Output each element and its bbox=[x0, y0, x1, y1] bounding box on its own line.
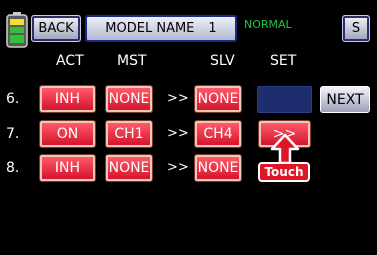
row-number: 6. bbox=[6, 91, 20, 107]
mst-button[interactable]: NONE bbox=[106, 155, 152, 181]
back-button[interactable]: BACK bbox=[31, 15, 81, 42]
row-number: 8. bbox=[6, 160, 20, 176]
act-button[interactable]: INH bbox=[40, 86, 95, 112]
arrow-indicator: >> bbox=[167, 160, 189, 175]
mode-status: NORMAL bbox=[244, 18, 292, 31]
act-button[interactable]: INH bbox=[40, 155, 95, 181]
mst-button[interactable]: NONE bbox=[106, 86, 152, 112]
column-header-set: SET bbox=[270, 53, 297, 69]
next-button[interactable]: NEXT bbox=[320, 86, 370, 113]
act-button[interactable]: ON bbox=[40, 121, 95, 147]
model-name-label: MODEL NAME bbox=[105, 21, 195, 36]
slv-button[interactable]: CH4 bbox=[195, 121, 241, 147]
model-number: 1 bbox=[208, 21, 217, 36]
arrow-indicator: >> bbox=[167, 126, 189, 141]
battery-icon bbox=[6, 12, 28, 48]
row-number: 7. bbox=[6, 126, 20, 142]
up-arrow-icon bbox=[270, 133, 300, 165]
set-field[interactable] bbox=[257, 86, 312, 113]
column-header-slv: SLV bbox=[210, 53, 235, 69]
touch-callout: Touch bbox=[258, 162, 310, 182]
slv-button[interactable]: NONE bbox=[195, 155, 241, 181]
slv-button[interactable]: NONE bbox=[195, 86, 241, 112]
mst-button[interactable]: CH1 bbox=[106, 121, 152, 147]
arrow-indicator: >> bbox=[167, 91, 189, 106]
column-header-act: ACT bbox=[56, 53, 84, 69]
s-button[interactable]: S bbox=[342, 15, 370, 42]
column-header-mst: MST bbox=[117, 53, 147, 69]
model-name-button[interactable]: MODEL NAME 1 bbox=[85, 15, 237, 42]
